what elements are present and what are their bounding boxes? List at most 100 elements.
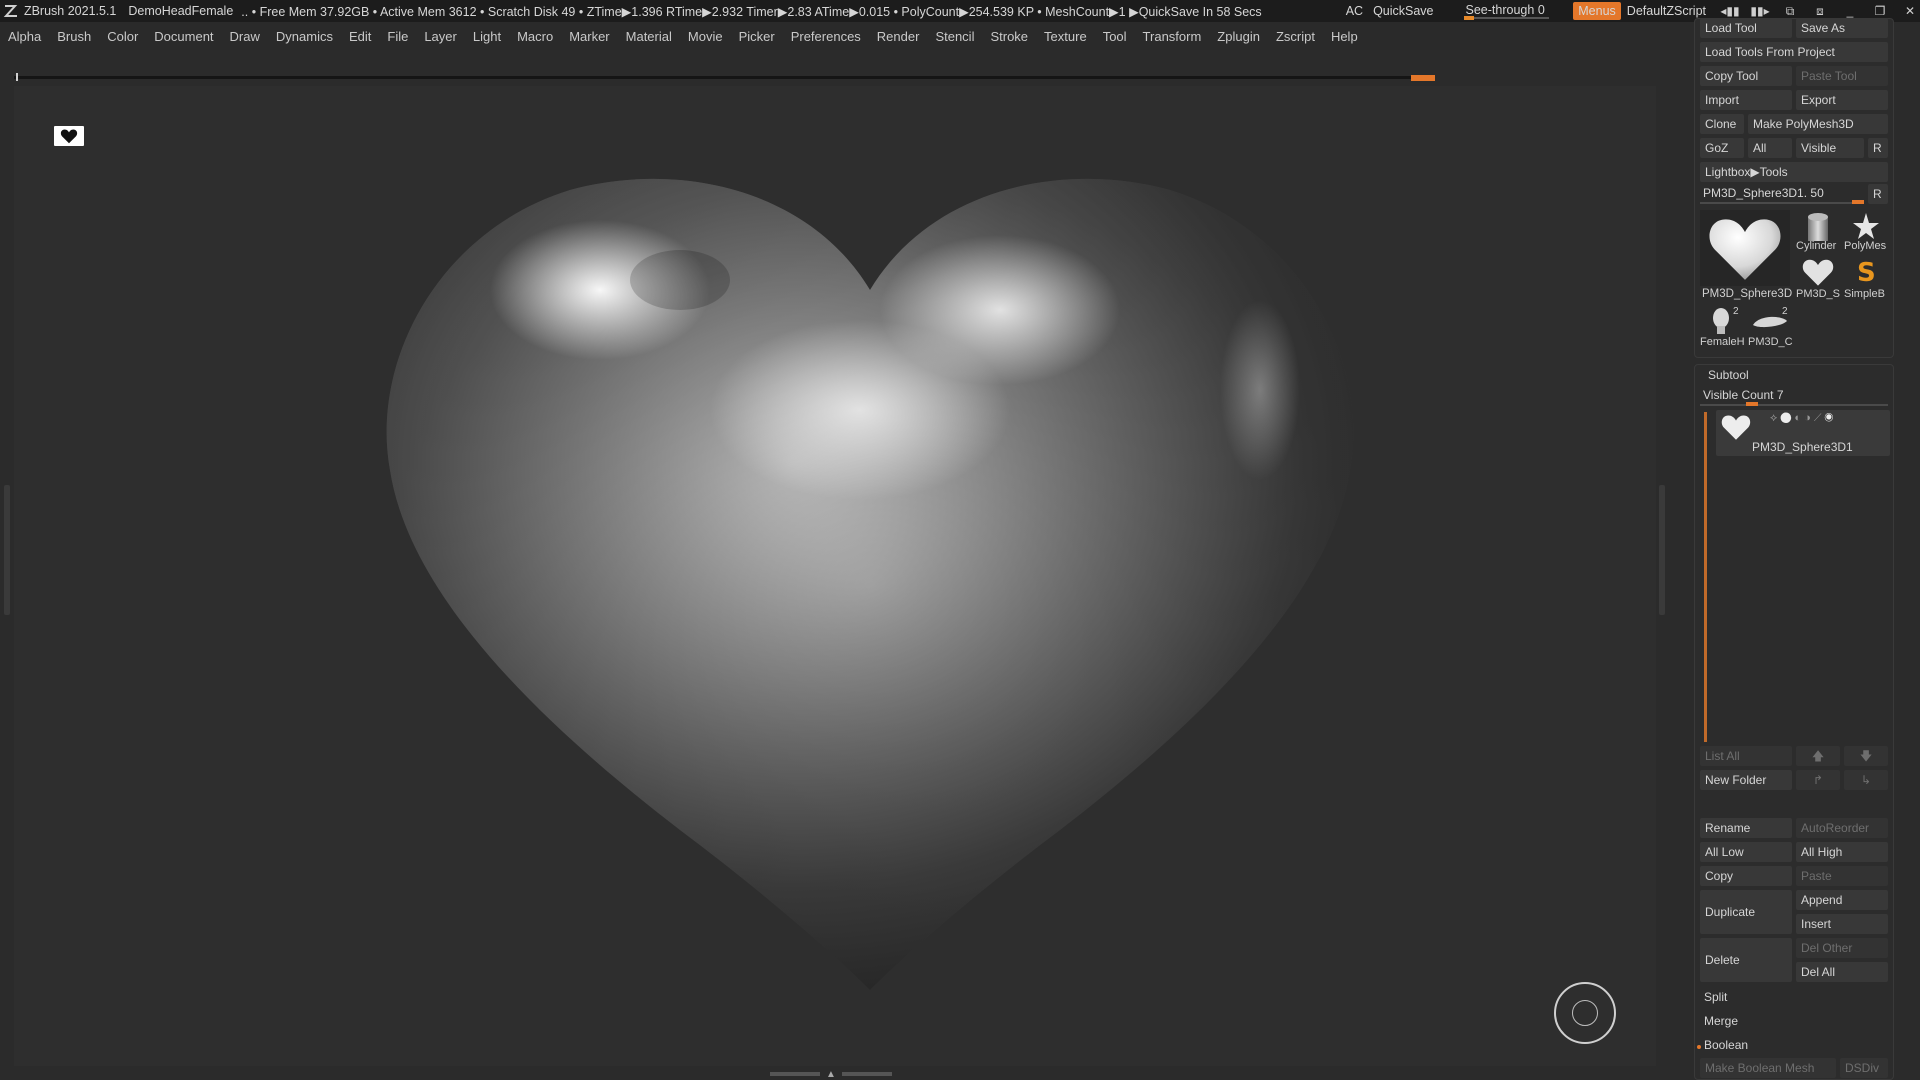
subtool-scrollbar[interactable]: [1704, 412, 1707, 742]
left-tray-handle[interactable]: [4, 485, 10, 615]
simplebrush-icon[interactable]: S: [1844, 254, 1888, 288]
menu-render[interactable]: Render: [869, 29, 928, 44]
right-tray-handle[interactable]: [1659, 485, 1665, 615]
see-through-knob[interactable]: [1463, 16, 1474, 20]
menu-preferences[interactable]: Preferences: [783, 29, 869, 44]
duplicate-button[interactable]: Duplicate: [1700, 890, 1792, 934]
menu-light[interactable]: Light: [465, 29, 509, 44]
autoreorder-button[interactable]: AutoReorder: [1796, 818, 1888, 838]
split-section[interactable]: Split: [1704, 990, 1727, 1004]
delete-button[interactable]: Delete: [1700, 938, 1792, 982]
ac-toggle[interactable]: AC: [1346, 4, 1363, 18]
menu-edit[interactable]: Edit: [341, 29, 379, 44]
copy-tool-button[interactable]: Copy Tool: [1700, 66, 1792, 86]
menu-picker[interactable]: Picker: [731, 29, 783, 44]
menu-stroke[interactable]: Stroke: [982, 29, 1036, 44]
tray-left-icon[interactable]: ◂▮▮: [1720, 4, 1740, 18]
brush-lock-icon[interactable]: ⟋: [1814, 412, 1822, 424]
menu-macro[interactable]: Macro: [509, 29, 561, 44]
eye-visibility-icon[interactable]: ◉: [1825, 412, 1834, 424]
menu-layer[interactable]: Layer: [416, 29, 465, 44]
menu-material[interactable]: Material: [618, 29, 680, 44]
menu-draw[interactable]: Draw: [222, 29, 268, 44]
goz-r-button[interactable]: R: [1868, 138, 1888, 158]
quicksave-button[interactable]: QuickSave: [1373, 4, 1433, 18]
load-tools-from-project-button[interactable]: Load Tools From Project: [1700, 42, 1888, 62]
move-down-icon[interactable]: 🡇: [1844, 746, 1888, 766]
dsdiv-slider[interactable]: DSDiv: [1840, 1058, 1888, 1078]
menu-document[interactable]: Document: [146, 29, 221, 44]
boolean-section[interactable]: Boolean: [1704, 1038, 1748, 1052]
menu-file[interactable]: File: [379, 29, 416, 44]
visible-count-label[interactable]: Visible Count 7: [1703, 388, 1784, 402]
menu-help[interactable]: Help: [1323, 29, 1366, 44]
menu-transform[interactable]: Transform: [1135, 29, 1210, 44]
paste-tool-button[interactable]: Paste Tool: [1796, 66, 1888, 86]
current-tool-slider-label[interactable]: PM3D_Sphere3D1. 50: [1703, 186, 1824, 200]
menu-tool[interactable]: Tool: [1095, 29, 1135, 44]
heart-3d-model[interactable]: [380, 170, 1360, 1000]
current-tool-r-button[interactable]: R: [1868, 184, 1888, 204]
subtool-title[interactable]: Subtool: [1708, 368, 1749, 382]
subtool-item-icons[interactable]: ⟡ ⬤ ◐ ◑ ⟋ ◉: [1770, 412, 1833, 425]
half-circle-icon[interactable]: ◐: [1794, 412, 1801, 424]
folder-move-icon[interactable]: ↱: [1796, 770, 1840, 790]
goz-visible-button[interactable]: Visible: [1796, 138, 1864, 158]
menu-dynamics[interactable]: Dynamics: [268, 29, 341, 44]
del-other-button[interactable]: Del Other: [1796, 938, 1888, 958]
shade-icon[interactable]: ◑: [1804, 412, 1811, 424]
toggle-pill-icon[interactable]: ⬤: [1780, 412, 1791, 424]
list-all-button[interactable]: List All: [1700, 746, 1792, 766]
move-up-icon[interactable]: 🡅: [1796, 746, 1840, 766]
insert-button[interactable]: Insert: [1796, 914, 1888, 934]
paste-subtool-button[interactable]: Paste: [1796, 866, 1888, 886]
menu-zplugin[interactable]: Zplugin: [1209, 29, 1268, 44]
goz-all-button[interactable]: All: [1748, 138, 1792, 158]
lightbox-tools-button[interactable]: Lightbox▶Tools: [1700, 162, 1888, 182]
default-zscript-button[interactable]: DefaultZScript: [1627, 4, 1706, 18]
current-tool-slider-knob[interactable]: [1852, 200, 1864, 204]
menu-movie[interactable]: Movie: [680, 29, 731, 44]
tray-right-icon[interactable]: ▮▮▸: [1750, 4, 1770, 18]
goz-button[interactable]: GoZ: [1700, 138, 1744, 158]
new-folder-button[interactable]: New Folder: [1700, 770, 1792, 790]
menu-brush[interactable]: Brush: [49, 29, 99, 44]
restore-icon[interactable]: ❐: [1870, 4, 1890, 18]
merge-section[interactable]: Merge: [1704, 1014, 1738, 1028]
help-icon[interactable]: ⧈: [1810, 4, 1830, 18]
clone-button[interactable]: Clone: [1700, 114, 1744, 134]
copy-subtool-button[interactable]: Copy: [1700, 866, 1792, 886]
polymesh-star-icon[interactable]: [1844, 208, 1888, 244]
minimize-icon[interactable]: _: [1840, 4, 1860, 18]
bottom-tray-handle[interactable]: ▲: [770, 1069, 900, 1080]
load-tool-button[interactable]: Load Tool: [1700, 18, 1792, 38]
append-button[interactable]: Append: [1796, 890, 1888, 910]
all-high-button[interactable]: All High: [1796, 842, 1888, 862]
visible-count-knob[interactable]: [1746, 402, 1758, 406]
tool-thumb-main[interactable]: [1700, 210, 1790, 286]
import-button[interactable]: Import: [1700, 90, 1792, 110]
folder-out-icon[interactable]: ↳: [1844, 770, 1888, 790]
menu-color[interactable]: Color: [99, 29, 146, 44]
all-low-button[interactable]: All Low: [1700, 842, 1792, 862]
timeline-marker[interactable]: [1411, 75, 1435, 81]
polypaint-toggle-icon[interactable]: ⟡: [1770, 412, 1777, 424]
navigation-gizmo[interactable]: [1554, 982, 1616, 1044]
menus-toggle[interactable]: Menus: [1573, 2, 1621, 20]
make-boolean-mesh-button[interactable]: Make Boolean Mesh: [1700, 1058, 1836, 1078]
menu-alpha[interactable]: Alpha: [0, 29, 49, 44]
export-button[interactable]: Export: [1796, 90, 1888, 110]
layout-icon[interactable]: ⧉: [1780, 4, 1800, 18]
menu-marker[interactable]: Marker: [561, 29, 617, 44]
zbrush-logo-icon[interactable]: [2, 2, 20, 20]
timeline[interactable]: [14, 73, 1435, 81]
menu-stencil[interactable]: Stencil: [927, 29, 982, 44]
close-icon[interactable]: ✕: [1900, 4, 1920, 18]
pm3d-s-tool-icon[interactable]: [1796, 256, 1840, 288]
save-as-button[interactable]: Save As: [1796, 18, 1888, 38]
menu-zscript[interactable]: Zscript: [1268, 29, 1323, 44]
rename-button[interactable]: Rename: [1700, 818, 1792, 838]
make-polymesh-button[interactable]: Make PolyMesh3D: [1748, 114, 1888, 134]
del-all-button[interactable]: Del All: [1796, 962, 1888, 982]
menu-texture[interactable]: Texture: [1036, 29, 1095, 44]
